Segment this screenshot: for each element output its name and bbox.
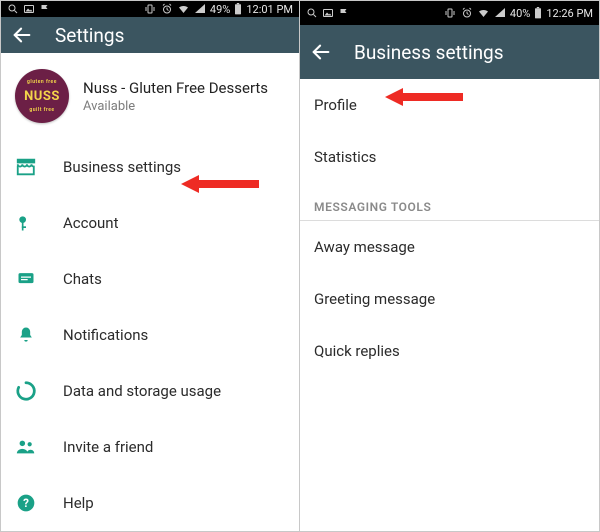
row-quick-replies[interactable]: Quick replies — [300, 325, 599, 377]
row-label: Data and storage usage — [63, 382, 221, 400]
alarm-icon — [161, 3, 173, 15]
clock-text: 12:26 PM — [546, 7, 593, 20]
signal-icon — [194, 3, 206, 15]
row-data-usage[interactable]: Data and storage usage — [1, 363, 299, 419]
help-icon: ? — [15, 492, 37, 514]
row-greeting-message[interactable]: Greeting message — [300, 273, 599, 325]
app-bar: Business settings — [300, 25, 599, 79]
profile-status: Available — [83, 99, 268, 114]
app-bar: Settings — [1, 17, 299, 53]
wifi-icon — [477, 7, 490, 19]
row-invite[interactable]: Invite a friend — [1, 419, 299, 475]
profile-name: Nuss - Gluten Free Desserts — [83, 79, 268, 97]
row-label: Away message — [314, 238, 415, 256]
row-label: Chats — [63, 270, 102, 288]
wifi-icon — [177, 3, 190, 15]
avatar-text: NUSS — [24, 89, 60, 104]
clock-text: 12:01 PM — [246, 3, 293, 16]
row-label: Greeting message — [314, 290, 435, 308]
flag-icon — [39, 3, 51, 15]
settings-screen: 49% 12:01 PM Settings gluten free NUSS g… — [1, 1, 300, 531]
status-bar: 49% 12:01 PM — [1, 1, 299, 17]
svg-text:?: ? — [23, 496, 29, 510]
vibrate-icon — [443, 7, 457, 19]
settings-list: Business settings Account Chats Notifica… — [1, 139, 299, 531]
row-statistics[interactable]: Statistics — [300, 131, 599, 183]
flag-icon — [338, 7, 350, 19]
search-icon — [7, 3, 19, 15]
row-label: Help — [63, 494, 94, 512]
back-button[interactable] — [310, 41, 332, 63]
row-profile[interactable]: Profile — [300, 79, 599, 131]
image-icon — [23, 3, 35, 15]
vibrate-icon — [143, 3, 157, 15]
row-label: Business settings — [63, 158, 181, 176]
alarm-icon — [461, 7, 473, 19]
appbar-title: Settings — [55, 24, 124, 47]
image-icon — [322, 7, 334, 19]
row-business-settings[interactable]: Business settings — [1, 139, 299, 195]
section-header-messaging: MESSAGING TOOLS — [300, 183, 599, 221]
business-settings-list: Profile Statistics MESSAGING TOOLS Away … — [300, 79, 599, 377]
row-label: Notifications — [63, 326, 148, 344]
search-icon — [306, 7, 318, 19]
row-chats[interactable]: Chats — [1, 251, 299, 307]
data-usage-icon — [15, 380, 37, 402]
business-settings-screen: 40% 12:26 PM Business settings Profile S… — [300, 1, 599, 531]
key-icon — [15, 212, 37, 234]
people-icon — [15, 436, 37, 458]
appbar-title: Business settings — [354, 41, 504, 64]
row-label: Invite a friend — [63, 438, 153, 456]
battery-icon — [234, 3, 242, 15]
storefront-icon — [15, 156, 37, 178]
profile-header[interactable]: gluten free NUSS guilt free Nuss - Glute… — [1, 53, 299, 139]
avatar-subtext-top: gluten free — [27, 79, 57, 85]
battery-icon — [534, 7, 542, 19]
signal-icon — [494, 7, 506, 19]
avatar: gluten free NUSS guilt free — [15, 69, 69, 123]
row-label: Quick replies — [314, 342, 400, 360]
chat-icon — [15, 268, 37, 290]
battery-text: 49% — [210, 3, 230, 16]
row-label: Account — [63, 214, 119, 232]
status-bar: 40% 12:26 PM — [300, 1, 599, 25]
row-label: Profile — [314, 96, 357, 114]
row-account[interactable]: Account — [1, 195, 299, 251]
row-notifications[interactable]: Notifications — [1, 307, 299, 363]
avatar-subtext-bottom: guilt free — [29, 107, 54, 113]
back-button[interactable] — [11, 24, 33, 46]
row-label: Statistics — [314, 148, 376, 166]
battery-text: 40% — [510, 7, 530, 20]
bell-icon — [15, 324, 37, 346]
row-help[interactable]: ? Help — [1, 475, 299, 531]
row-away-message[interactable]: Away message — [300, 221, 599, 273]
